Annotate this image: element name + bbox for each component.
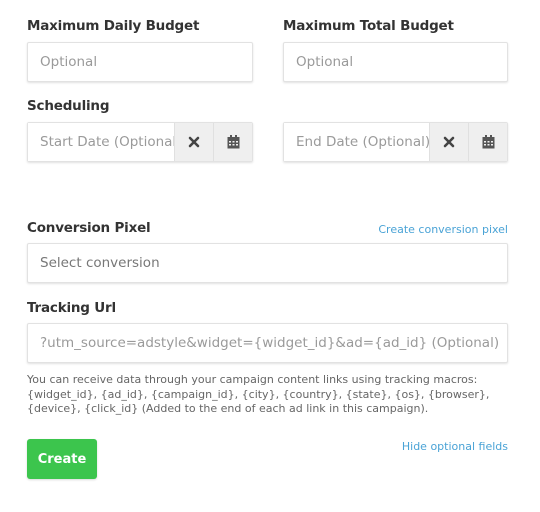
- create-conversion-pixel-link[interactable]: Create conversion pixel: [378, 223, 508, 236]
- times-icon: [443, 136, 455, 148]
- daily-budget-input[interactable]: Optional: [27, 42, 253, 82]
- start-date-calendar-button[interactable]: [213, 123, 252, 161]
- start-date-clear-button[interactable]: [174, 123, 213, 161]
- daily-budget-label: Maximum Daily Budget: [27, 18, 200, 34]
- total-budget-input[interactable]: Optional: [283, 42, 508, 82]
- scheduling-label: Scheduling: [27, 98, 110, 114]
- calendar-icon: [482, 135, 494, 149]
- conversion-pixel-label: Conversion Pixel: [27, 220, 151, 236]
- times-icon: [188, 136, 200, 148]
- total-budget-label: Maximum Total Budget: [283, 18, 454, 34]
- conversion-pixel-select[interactable]: Select conversion: [27, 243, 508, 283]
- start-date-group: Start Date (Optional): [27, 122, 253, 162]
- tracking-url-input[interactable]: ?utm_source=adstyle&widget={widget_id}&a…: [27, 323, 508, 363]
- end-date-group: End Date (Optional): [283, 122, 508, 162]
- calendar-icon: [227, 135, 239, 149]
- tracking-url-label: Tracking Url: [27, 300, 116, 316]
- create-button[interactable]: Create: [27, 439, 97, 479]
- start-date-input[interactable]: Start Date (Optional): [28, 123, 174, 161]
- end-date-input[interactable]: End Date (Optional): [284, 123, 429, 161]
- end-date-clear-button[interactable]: [429, 123, 468, 161]
- hide-optional-fields-link[interactable]: Hide optional fields: [402, 440, 508, 453]
- end-date-calendar-button[interactable]: [468, 123, 507, 161]
- tracking-url-help-text: You can receive data through your campai…: [27, 373, 490, 415]
